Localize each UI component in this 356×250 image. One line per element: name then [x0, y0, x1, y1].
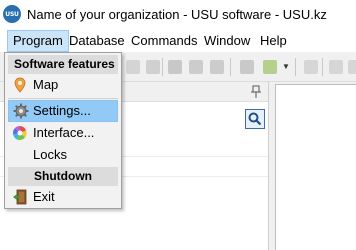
pin-icon[interactable]	[250, 85, 262, 99]
title-bar: USU Name of your organization - USU soft…	[0, 0, 356, 30]
app-logo-icon: USU	[3, 5, 21, 23]
toolbar-filter-clear-icon[interactable]	[210, 60, 224, 74]
menu-item-settings[interactable]: Settings...	[8, 100, 118, 122]
toolbar-expand-icon[interactable]	[348, 60, 356, 74]
menu-item-label: Settings...	[33, 103, 91, 118]
toolbar-flag-icon[interactable]	[240, 60, 254, 74]
menu-commands[interactable]: Commands	[126, 30, 202, 52]
menu-item-label: Locks	[33, 147, 67, 162]
right-area	[268, 82, 356, 250]
workspace-area	[275, 84, 356, 250]
exit-door-icon	[12, 189, 28, 205]
menu-item-label: Map	[33, 77, 59, 92]
toolbar-separator	[230, 58, 231, 76]
toolbar-filter-edit-icon[interactable]	[189, 60, 203, 74]
menu-item-locks[interactable]: Locks	[8, 144, 118, 166]
program-menu-dropdown: Software features Map Settings... Interf…	[4, 52, 122, 209]
menu-program[interactable]: Program	[7, 30, 69, 52]
toolbar-image-icon[interactable]	[263, 60, 277, 74]
color-wheel-icon	[12, 125, 28, 141]
menu-item-map[interactable]: Map	[8, 74, 118, 96]
map-pin-icon	[12, 77, 28, 93]
toolbar-collapse-icon[interactable]	[329, 60, 343, 74]
window-title: Name of your organization - USU software…	[27, 7, 327, 22]
toolbar-separator	[322, 58, 323, 76]
menu-bar: Program Database Commands Window Help	[0, 30, 356, 52]
toolbar-columns-icon[interactable]	[304, 60, 318, 74]
menu-database[interactable]: Database	[64, 30, 130, 52]
section-software-features: Software features	[8, 55, 118, 74]
toolbar-search-icon[interactable]	[146, 60, 160, 74]
search-icon	[248, 112, 262, 126]
menu-item-label: Interface...	[33, 125, 95, 140]
gear-icon	[13, 103, 29, 119]
toolbar-dropdown-arrow-icon[interactable]: ▼	[282, 62, 290, 71]
toolbar-separator	[162, 58, 163, 76]
menu-help[interactable]: Help	[255, 30, 292, 52]
toolbar-filter-icon[interactable]	[168, 60, 182, 74]
app-logo-text: USU	[5, 10, 19, 18]
toolbar-separator	[295, 58, 296, 76]
menu-window[interactable]: Window	[199, 30, 255, 52]
section-shutdown: Shutdown	[8, 167, 118, 186]
toolbar-refresh-icon[interactable]	[126, 60, 140, 74]
search-button[interactable]	[245, 109, 265, 129]
menu-item-interface[interactable]: Interface...	[8, 122, 118, 144]
menu-item-exit[interactable]: Exit	[8, 186, 118, 208]
menu-divider	[8, 98, 118, 99]
menu-item-label: Exit	[33, 189, 55, 204]
